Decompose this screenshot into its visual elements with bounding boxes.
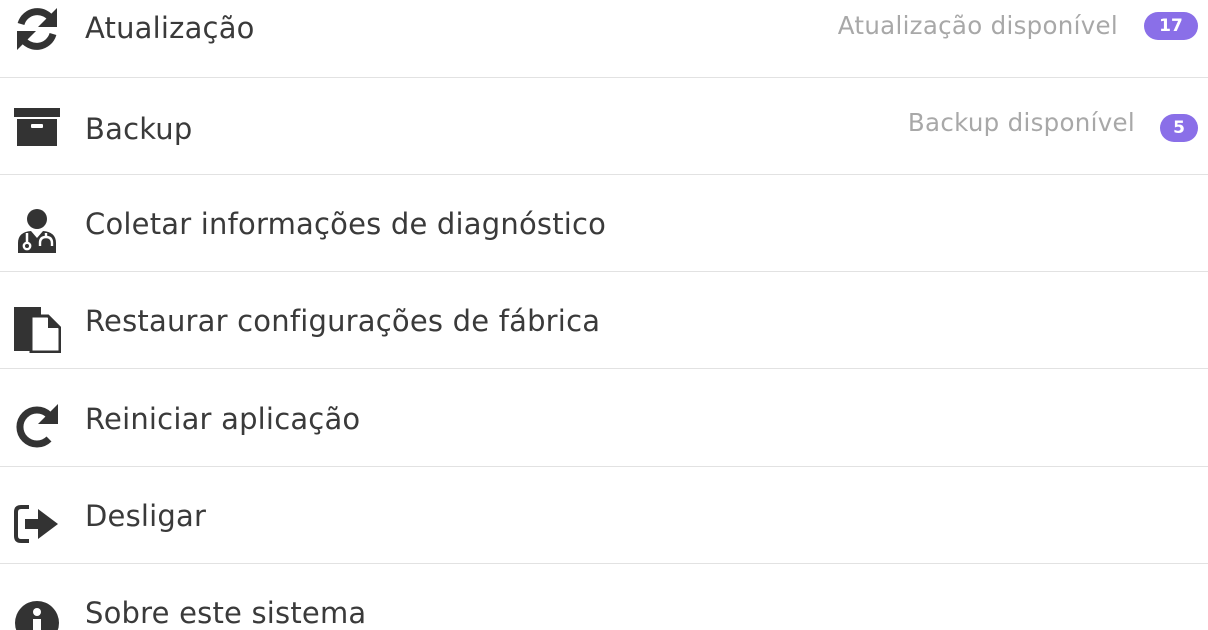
update-status-text: Atualização disponível <box>837 11 1118 40</box>
menu-item-label: Sobre este sistema <box>85 596 367 630</box>
menu-item-factory-reset[interactable]: Restaurar configurações de fábrica <box>0 272 1208 369</box>
menu-item-shutdown[interactable]: Desligar <box>0 467 1208 564</box>
user-doctor-icon <box>10 203 64 257</box>
info-circle-icon <box>10 596 64 630</box>
menu-item-label: Backup <box>85 112 193 146</box>
copy-documents-icon <box>10 302 64 356</box>
menu-item-label: Atualização <box>85 11 255 45</box>
refresh-icon <box>10 2 64 56</box>
archive-box-icon <box>10 99 64 153</box>
menu-item-label: Coletar informações de diagnóstico <box>85 207 607 241</box>
menu-item-label: Reiniciar aplicação <box>85 402 361 436</box>
backup-status-text: Backup disponível <box>907 108 1135 137</box>
redo-icon <box>10 398 64 452</box>
menu-item-update[interactable]: Atualização Atualização disponível 17 <box>0 0 1208 78</box>
menu-item-label: Restaurar configurações de fábrica <box>85 304 601 338</box>
update-count-badge: 17 <box>1144 12 1198 40</box>
menu-item-backup[interactable]: Backup Backup disponível 5 <box>0 78 1208 175</box>
system-menu-list: Atualização Atualização disponível 17 Ba… <box>0 0 1208 630</box>
backup-count-badge: 5 <box>1160 114 1198 142</box>
menu-item-diagnostics[interactable]: Coletar informações de diagnóstico <box>0 175 1208 272</box>
menu-item-label: Desligar <box>85 499 207 533</box>
divider <box>0 368 1208 369</box>
sign-out-icon <box>10 497 64 551</box>
menu-item-about[interactable]: Sobre este sistema <box>0 564 1208 630</box>
menu-item-restart[interactable]: Reiniciar aplicação <box>0 370 1208 467</box>
